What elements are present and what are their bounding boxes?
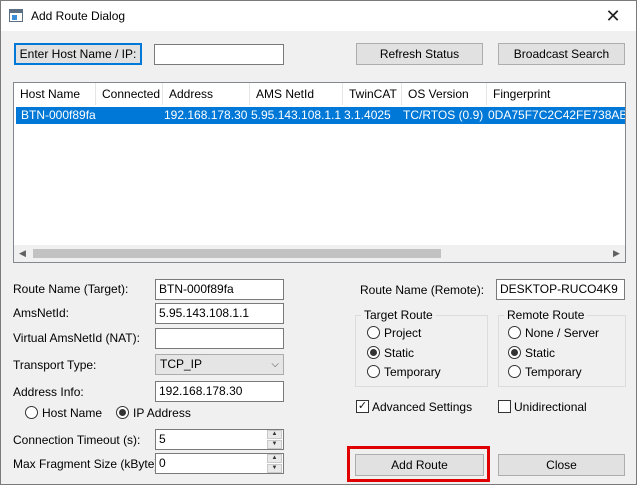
refresh-status-button[interactable]: Refresh Status: [356, 43, 483, 65]
remote-temporary-radio[interactable]: [508, 365, 521, 378]
transport-type-label: Transport Type:: [13, 358, 97, 372]
route-name-remote-label: Route Name (Remote):: [360, 283, 485, 297]
column-fingerprint[interactable]: Fingerprint: [487, 83, 625, 105]
horizontal-scrollbar[interactable]: ◀ ▶: [14, 245, 625, 262]
host-name-radio[interactable]: [25, 406, 38, 419]
unidirectional-label: Unidirectional: [514, 400, 587, 414]
scroll-right-icon[interactable]: ▶: [608, 245, 625, 262]
route-name-target-label: Route Name (Target):: [13, 282, 129, 296]
amsnetid-input[interactable]: 5.95.143.108.1.1: [155, 303, 284, 324]
cell-host-name: BTN-000f89fa: [21, 108, 96, 122]
column-os-version[interactable]: OS Version: [402, 83, 487, 105]
cell-fingerprint: 0DA75F7C2C42FE738AB499: [488, 108, 625, 122]
target-temporary-label: Temporary: [384, 365, 441, 379]
remote-none-radio[interactable]: [508, 326, 521, 339]
cell-ams-netid: 5.95.143.108.1.1: [251, 108, 341, 122]
table-row[interactable]: BTN-000f89fa 192.168.178.30 5.95.143.108…: [16, 107, 625, 124]
remote-route-legend: Remote Route: [504, 308, 588, 322]
add-route-dialog: Add Route Dialog ✕ Enter Host Name / IP:…: [0, 0, 637, 485]
transport-type-value: TCP_IP: [160, 357, 203, 371]
cell-twincat: 3.1.4025: [344, 108, 391, 122]
remote-none-label: None / Server: [525, 326, 600, 340]
cell-address: 192.168.178.30: [164, 108, 248, 122]
timeout-spinner[interactable]: ▲ ▼: [267, 430, 282, 449]
close-button[interactable]: Close: [498, 454, 625, 476]
spin-up-icon[interactable]: ▲: [267, 454, 282, 463]
device-list[interactable]: Host Name Connected Address AMS NetId Tw…: [13, 82, 626, 263]
route-name-remote-input[interactable]: DESKTOP-RUCO4K9: [496, 279, 625, 300]
column-connected[interactable]: Connected: [96, 83, 163, 105]
list-header: Host Name Connected Address AMS NetId Tw…: [14, 83, 625, 105]
column-host-name[interactable]: Host Name: [14, 83, 96, 105]
chevron-down-icon: ⌵: [271, 359, 279, 370]
remote-static-radio[interactable]: [508, 346, 521, 359]
remote-static-label: Static: [525, 346, 556, 360]
title-bar: Add Route Dialog ✕: [1, 1, 636, 31]
column-ams-netid[interactable]: AMS NetId: [250, 83, 343, 105]
address-info-label: Address Info:: [13, 385, 84, 399]
target-project-radio[interactable]: [367, 326, 380, 339]
scroll-left-icon[interactable]: ◀: [14, 245, 31, 262]
window-title: Add Route Dialog: [31, 9, 126, 23]
address-info-input[interactable]: 192.168.178.30: [155, 381, 284, 402]
add-route-highlight: [347, 446, 490, 482]
virtual-amsnetid-input[interactable]: [155, 328, 284, 349]
target-project-label: Project: [384, 326, 422, 340]
advanced-settings-label: Advanced Settings: [372, 400, 473, 414]
connection-timeout-label: Connection Timeout (s):: [13, 433, 141, 447]
amsnetid-label: AmsNetId:: [13, 306, 70, 320]
ip-address-radio-label: IP Address: [133, 406, 191, 420]
cell-os-version: TC/RTOS (0.9): [403, 108, 484, 122]
advanced-settings-checkbox[interactable]: ✓: [356, 400, 369, 413]
target-temporary-radio[interactable]: [367, 365, 380, 378]
app-window-icon: [9, 9, 23, 22]
host-name-radio-label: Host Name: [42, 406, 103, 420]
route-name-target-input[interactable]: BTN-000f89fa: [155, 279, 284, 300]
close-window-icon[interactable]: ✕: [590, 1, 636, 31]
column-twincat[interactable]: TwinCAT: [343, 83, 402, 105]
spin-down-icon[interactable]: ▼: [267, 440, 282, 449]
target-static-radio[interactable]: [367, 346, 380, 359]
cell-connected: [96, 107, 163, 124]
broadcast-search-button[interactable]: Broadcast Search: [498, 43, 625, 65]
host-input[interactable]: [154, 44, 284, 65]
column-address[interactable]: Address: [163, 83, 250, 105]
enter-host-button[interactable]: Enter Host Name / IP:: [14, 43, 142, 65]
remote-temporary-label: Temporary: [525, 365, 582, 379]
transport-type-select[interactable]: TCP_IP ⌵: [155, 354, 284, 375]
spin-down-icon[interactable]: ▼: [267, 464, 282, 473]
target-static-label: Static: [384, 346, 415, 360]
max-fragment-input[interactable]: 0: [155, 453, 284, 474]
fragment-spinner[interactable]: ▲ ▼: [267, 454, 282, 473]
scrollbar-thumb[interactable]: [33, 249, 441, 258]
connection-timeout-input[interactable]: 5: [155, 429, 284, 450]
unidirectional-checkbox[interactable]: [498, 400, 511, 413]
max-fragment-label: Max Fragment Size (kByte):: [13, 457, 162, 471]
spin-up-icon[interactable]: ▲: [267, 430, 282, 439]
target-route-legend: Target Route: [361, 308, 436, 322]
ip-address-radio[interactable]: [116, 406, 129, 419]
virtual-amsnetid-label: Virtual AmsNetId (NAT):: [13, 331, 140, 345]
